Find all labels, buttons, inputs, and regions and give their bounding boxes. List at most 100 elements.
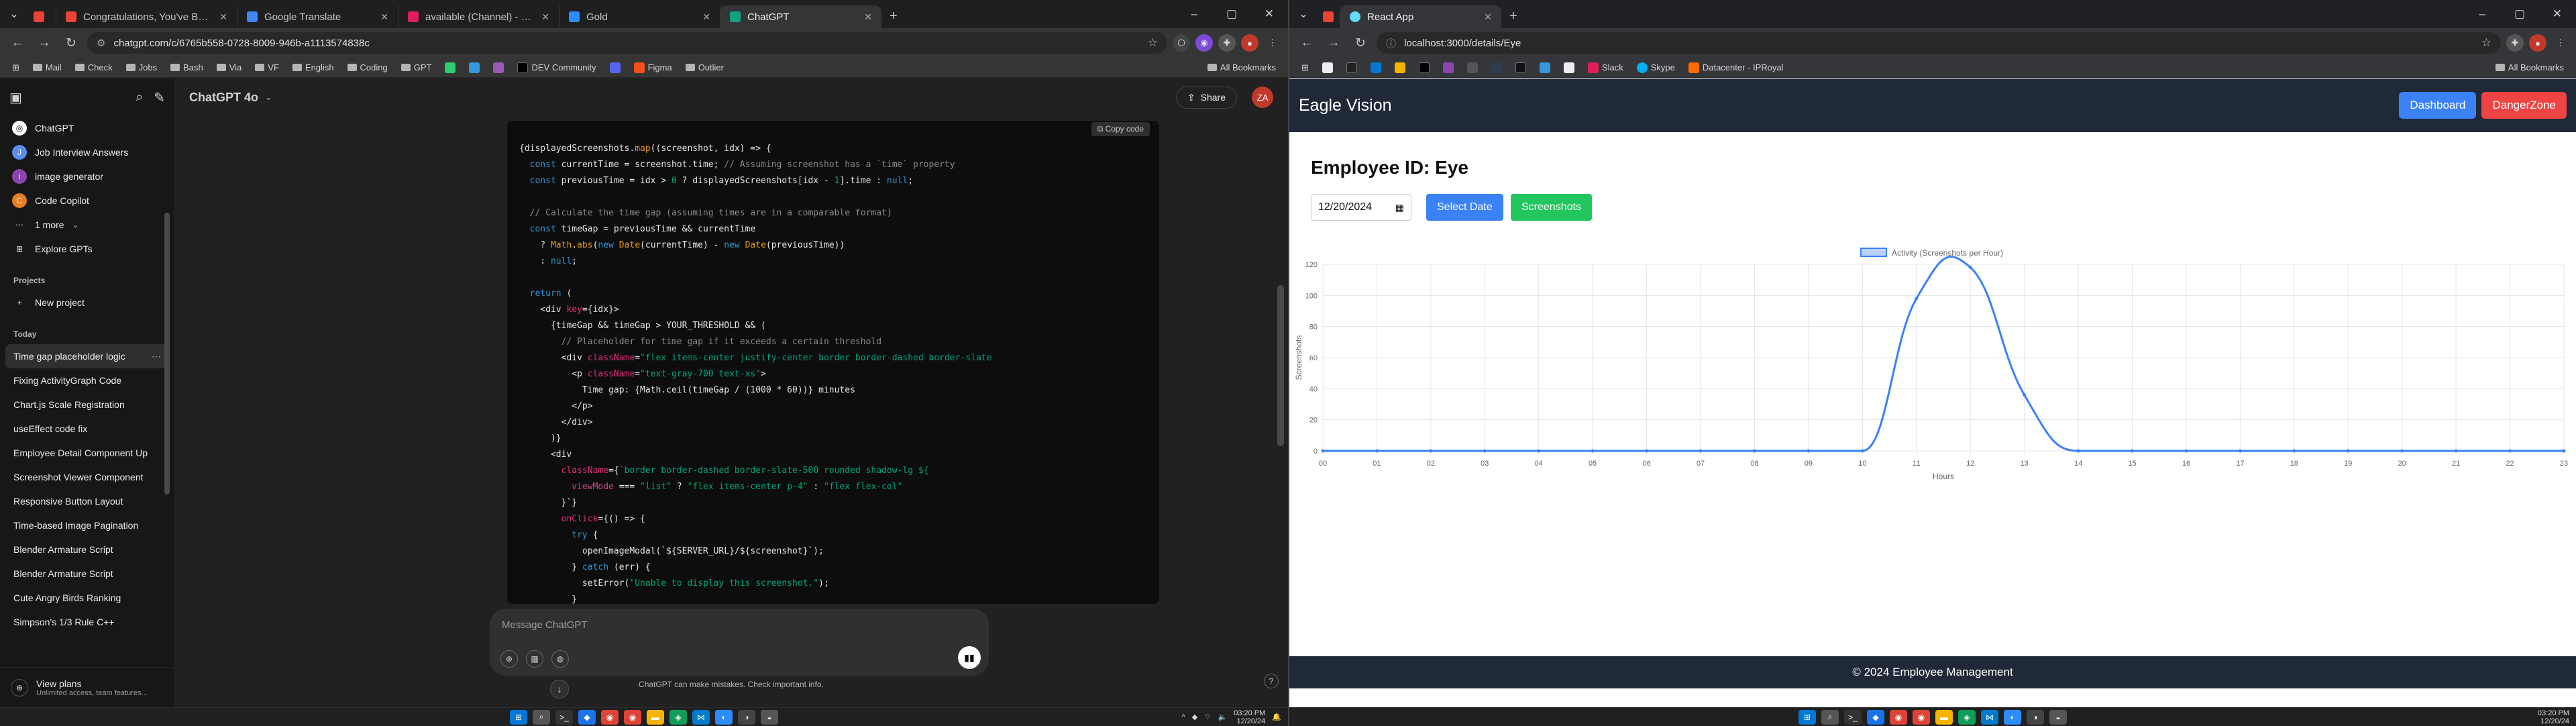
bookmark-check[interactable]: Check (70, 60, 118, 76)
bookmark-star-icon[interactable]: ☆ (2481, 36, 2491, 50)
tray-app-icon[interactable]: ◆ (1192, 713, 1197, 721)
bookmark-icon[interactable] (1510, 60, 1532, 76)
conversation-item[interactable]: Chart.js Scale Registration (0, 393, 174, 417)
app-icon[interactable]: ◒ (2049, 709, 2067, 725)
tab-chatgpt[interactable]: ChatGPT ✕ (720, 5, 881, 28)
tab-pinned[interactable] (1313, 5, 1340, 28)
forward-icon[interactable]: → (34, 32, 55, 54)
bookmark-icon[interactable] (1365, 60, 1387, 76)
bookmark-icon-a[interactable] (439, 60, 461, 76)
close-icon[interactable]: ✕ (702, 11, 710, 23)
bookmark-star-icon[interactable]: ☆ (1148, 36, 1158, 50)
model-selector[interactable]: ChatGPT 4o (189, 91, 258, 105)
conversation-item[interactable]: Time-based Image Pagination (0, 513, 174, 537)
tab-slack-channel[interactable]: available (Channel) - Magenta ✕ (398, 5, 559, 28)
close-icon[interactable]: ✕ (541, 11, 549, 23)
tab-react-app[interactable]: React App ✕ (1340, 5, 1501, 28)
app-icon[interactable]: ◆ (578, 709, 596, 725)
voice-mode-button[interactable]: ▮▮ (958, 646, 981, 669)
app-icon[interactable]: ◆ (1867, 709, 1884, 725)
tab-gold[interactable]: Gold ✕ (559, 5, 720, 28)
vscode-icon[interactable]: ⋈ (692, 709, 710, 725)
conversation-item[interactable]: Simpson's 1/3 Rule C++ (0, 610, 174, 634)
bookmark-figma[interactable]: Figma (629, 60, 678, 76)
terminal-icon[interactable]: >_ (1844, 709, 1862, 725)
sidebar-item-chatgpt[interactable]: ◎ ChatGPT (0, 116, 174, 140)
apps-grid-icon[interactable]: ⊞ (1296, 60, 1314, 76)
dangerzone-button[interactable]: DangerZone (2481, 92, 2567, 119)
bookmark-figma-site[interactable] (604, 60, 626, 76)
conversation-item[interactable]: Fixing ActivityGraph Code (0, 368, 174, 393)
chrome-icon[interactable]: ◉ (601, 709, 619, 725)
chrome-icon[interactable]: ◉ (1913, 709, 1930, 725)
extensions-puzzle-icon[interactable]: ✚ (1218, 34, 1236, 52)
tab-search-icon[interactable]: ⌄ (4, 4, 24, 24)
chat-scrollbar[interactable] (1277, 285, 1284, 446)
bookmark-icon-b[interactable] (464, 60, 485, 76)
conversation-item[interactable]: Screenshot Viewer Component (0, 465, 174, 489)
close-icon[interactable]: ✕ (864, 11, 872, 23)
profile-avatar-icon[interactable]: ● (2529, 34, 2546, 52)
sidebar-item-explore-gpts[interactable]: ⊞ Explore GPTs (0, 237, 174, 261)
app-icon[interactable]: ◈ (669, 709, 687, 725)
tab-google-translate[interactable]: Google Translate ✕ (237, 5, 398, 28)
dashboard-button[interactable]: Dashboard (2399, 92, 2477, 119)
conversation-item[interactable]: Responsive Button Layout (0, 489, 174, 513)
clock[interactable]: 03:20 PM 12/20/24 (1234, 709, 1265, 725)
minimize-icon[interactable]: – (2463, 0, 2501, 28)
sidebar-item-image-generator[interactable]: i image generator (0, 164, 174, 189)
profile-avatar-icon[interactable]: ● (1241, 34, 1258, 52)
file-explorer-icon[interactable]: ▬ (1935, 709, 1953, 725)
new-tab-button[interactable]: + (881, 9, 906, 24)
bookmark-skype[interactable]: Skype (1631, 60, 1680, 76)
bookmark-gpt[interactable]: GPT (396, 60, 437, 76)
bookmark-icon[interactable] (1438, 60, 1459, 76)
notification-bell-icon[interactable]: 🔔 (1272, 713, 1281, 721)
all-bookmarks[interactable]: All Bookmarks (2490, 60, 2569, 76)
app-icon[interactable]: ◈ (1958, 709, 1976, 725)
message-input[interactable]: Message ChatGPT (502, 619, 977, 631)
terminal-icon[interactable]: >_ (555, 709, 573, 725)
conversation-item[interactable]: Time gap placeholder logic ⋯ (5, 344, 169, 368)
forward-icon[interactable]: → (1323, 32, 1344, 54)
message-composer[interactable]: Message ChatGPT ⊕ ▦ ◍ ▮▮ (490, 609, 989, 676)
bookmark-icon[interactable] (1486, 60, 1507, 76)
sidebar-item-code-copilot[interactable]: C Code Copilot (0, 189, 174, 213)
clock[interactable]: 03:20 PM 12/20/24 (2538, 709, 2569, 725)
chrome-icon[interactable]: ◉ (1890, 709, 1907, 725)
share-button[interactable]: ⇪ Share (1175, 86, 1237, 109)
windows-start-icon[interactable]: ⊞ (510, 709, 527, 725)
bookmark-icon[interactable] (1534, 60, 1556, 76)
site-info-icon[interactable]: ⚙ (97, 37, 105, 49)
bookmark-icon[interactable] (1341, 60, 1362, 76)
view-plans-button[interactable]: ⊛ View plans Unlimited access, team featu… (0, 667, 174, 707)
bookmark-icon[interactable] (1413, 60, 1435, 76)
tools-icon[interactable]: ▦ (526, 650, 543, 668)
vscode-icon[interactable]: ⋈ (1981, 709, 1998, 725)
windows-start-icon[interactable]: ⊞ (1799, 709, 1816, 725)
copy-code-button[interactable]: ⧉ Copy code (1091, 121, 1150, 136)
attach-icon[interactable]: ⊕ (500, 650, 518, 668)
close-window-icon[interactable]: ✕ (1250, 0, 1288, 28)
app-icon[interactable]: ◐ (2004, 709, 2021, 725)
close-icon[interactable]: ✕ (219, 11, 227, 23)
help-icon[interactable]: ? (1264, 674, 1279, 688)
close-icon[interactable]: ✕ (1484, 11, 1492, 23)
select-date-button[interactable]: Select Date (1426, 194, 1503, 221)
reload-icon[interactable]: ↻ (60, 32, 82, 54)
new-project-button[interactable]: + New project (0, 291, 174, 315)
bookmark-icon[interactable] (1389, 60, 1411, 76)
search-icon[interactable]: ⌕ (1821, 709, 1839, 725)
sidebar-item-more[interactable]: ⋯ 1 more ⌄ (0, 213, 174, 237)
back-icon[interactable]: ← (7, 32, 28, 54)
user-avatar[interactable]: ZA (1252, 87, 1273, 108)
conversation-item[interactable]: Blender Armature Script (0, 537, 174, 562)
globe-icon[interactable]: ◍ (551, 650, 569, 668)
more-options-icon[interactable]: ⋯ (152, 351, 161, 362)
bookmark-bash[interactable]: Bash (165, 60, 209, 76)
app-icon[interactable]: ◑ (738, 709, 755, 725)
app-brand[interactable]: Eagle Vision (1299, 96, 1392, 115)
bookmark-outlier[interactable]: Outlier (680, 60, 729, 76)
address-bar[interactable]: ⓘ localhost:3000/details/Eye ☆ (1377, 32, 2501, 54)
extension-icon[interactable]: ⬡ (1173, 34, 1190, 52)
